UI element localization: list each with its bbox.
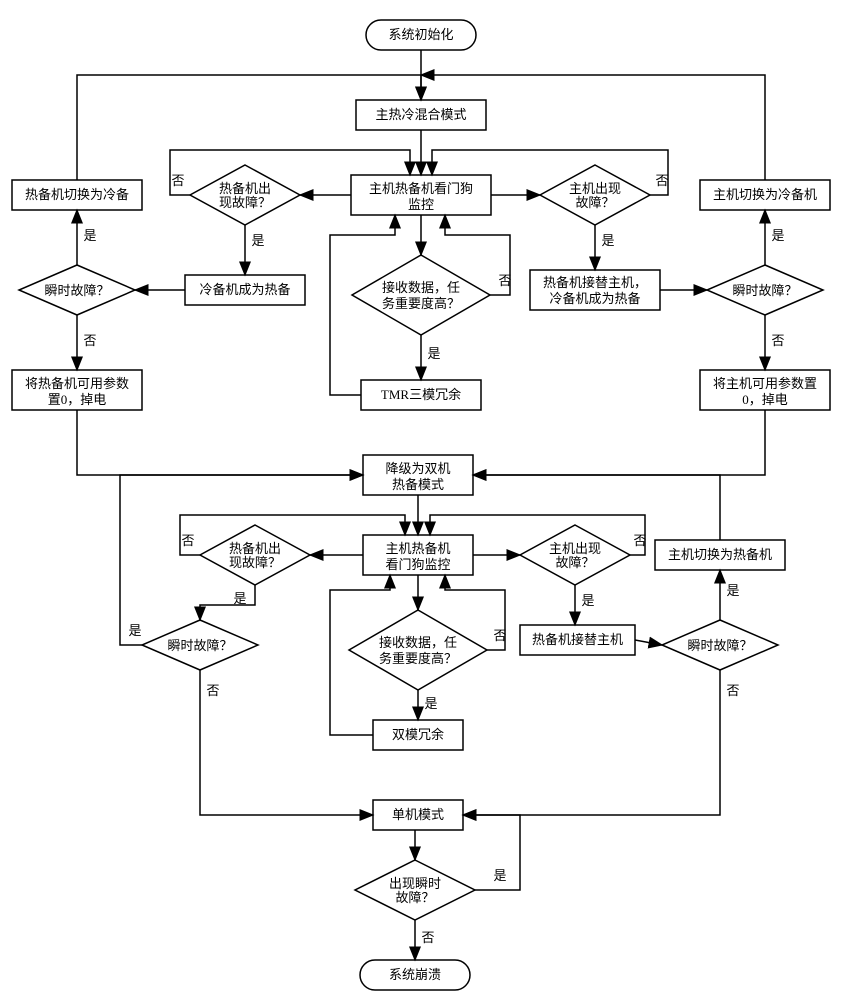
- start-node: 系统初始化: [366, 20, 476, 50]
- trans1R-diamond: 瞬时故障？: [707, 265, 823, 315]
- svg-text:热备模式: 热备模式: [392, 477, 444, 492]
- svg-text:是: 是: [601, 233, 614, 248]
- downgrade-dual-box: 降级为双机 热备模式: [363, 455, 473, 495]
- svg-text:是: 是: [771, 228, 784, 243]
- svg-text:将主机可用参数置: 将主机可用参数置: [713, 376, 817, 391]
- trans3-diamond: 出现瞬时 故障？: [355, 860, 475, 920]
- hot-to-cold-box: 热备机切换为冷备: [12, 180, 142, 210]
- svg-text:主机出现: 主机出现: [569, 181, 621, 196]
- edge-ht2-t2r: [635, 640, 662, 645]
- trans1L-diamond: 瞬时故障？: [19, 265, 135, 315]
- svg-text:冷备机成为热备: 冷备机成为热备: [199, 282, 290, 297]
- host-to-cold-box: 主机切换为冷备机: [700, 180, 830, 210]
- svg-text:是: 是: [726, 583, 739, 598]
- cold-to-hot-box: 冷备机成为热备: [185, 275, 305, 305]
- label-yes: 是: [251, 233, 264, 248]
- host-fail2-diamond: 主机出现 故障？: [520, 525, 630, 585]
- svg-text:系统崩溃: 系统崩溃: [389, 967, 441, 982]
- svg-text:主机热备机看门狗: 主机热备机看门狗: [369, 181, 473, 196]
- edge-hou-dg: [473, 410, 765, 475]
- svg-text:0，掉电: 0，掉电: [742, 392, 788, 407]
- svg-text:否: 否: [421, 930, 434, 945]
- hot-take-host2-box: 热备机接替主机: [520, 625, 635, 655]
- svg-text:热备机出: 热备机出: [219, 181, 271, 196]
- svg-text:接收数据，任: 接收数据，任: [382, 280, 460, 295]
- hot-unavail-box: 将热备机可用参数 置0，掉电: [12, 370, 142, 410]
- svg-text:故障？: 故障？: [395, 890, 434, 905]
- svg-text:是: 是: [427, 346, 440, 361]
- hot-fail2-diamond: 热备机出 现故障？: [200, 525, 310, 585]
- single-box: 单机模式: [373, 800, 463, 830]
- host-to-hot-box: 主机切换为热备机: [655, 540, 785, 570]
- svg-text:是: 是: [581, 593, 594, 608]
- edge-hu-dg: [77, 410, 363, 475]
- recv2-diamond: 接收数据，任 务重要度高？: [349, 610, 487, 690]
- svg-text:冷备机成为热备: 冷备机成为热备: [549, 291, 640, 306]
- edge-hf2-t2l: [200, 585, 255, 620]
- svg-text:主机热备机: 主机热备机: [385, 541, 450, 556]
- host-fail1-diamond: 主机出现 故障？: [540, 165, 650, 225]
- hot-take-host-cold-hot-box: 热备机接替主机， 冷备机成为热备: [530, 270, 660, 310]
- watchdog2-box: 主机热备机 看门狗监控: [363, 535, 473, 575]
- svg-text:瞬时故障？: 瞬时故障？: [687, 638, 752, 653]
- host-unavail-box: 将主机可用参数置 0，掉电: [700, 370, 830, 410]
- svg-text:否: 否: [655, 173, 668, 188]
- label-no: 否: [171, 173, 184, 188]
- svg-text:否: 否: [633, 533, 646, 548]
- svg-text:热备机出: 热备机出: [229, 541, 281, 556]
- svg-text:是: 是: [493, 868, 506, 883]
- svg-text:故障？: 故障？: [575, 195, 614, 210]
- svg-text:TMR三模冗余: TMR三模冗余: [381, 387, 461, 402]
- svg-text:务重要度高？: 务重要度高？: [379, 651, 457, 666]
- svg-text:主机切换为冷备机: 主机切换为冷备机: [713, 187, 817, 202]
- svg-text:主机出现: 主机出现: [549, 541, 601, 556]
- svg-text:热备机接替主机: 热备机接替主机: [532, 632, 623, 647]
- svg-text:否: 否: [771, 333, 784, 348]
- edge-t2r-s: [463, 670, 720, 815]
- svg-text:瞬时故障？: 瞬时故障？: [732, 283, 797, 298]
- svg-text:务重要度高？: 务重要度高？: [382, 296, 460, 311]
- svg-text:否: 否: [83, 333, 96, 348]
- dual-redund-box: 双模冗余: [373, 720, 463, 750]
- svg-text:是: 是: [424, 696, 437, 711]
- svg-text:单机模式: 单机模式: [392, 807, 444, 822]
- edge-t2l-s: [200, 670, 373, 815]
- svg-text:否: 否: [726, 683, 739, 698]
- svg-text:主热冷混合模式: 主热冷混合模式: [375, 107, 466, 122]
- svg-text:否: 否: [498, 273, 511, 288]
- svg-text:瞬时故障？: 瞬时故障？: [44, 283, 109, 298]
- svg-text:否: 否: [493, 628, 506, 643]
- svg-text:系统初始化: 系统初始化: [388, 27, 453, 42]
- svg-text:置0，掉电: 置0，掉电: [48, 392, 107, 407]
- crash-node: 系统崩溃: [360, 960, 470, 990]
- watchdog1-box: 主机热备机看门狗 监控: [351, 175, 491, 215]
- edge-t3-s: [463, 815, 520, 890]
- tmr-box: TMR三模冗余: [361, 380, 481, 410]
- trans2L-diamond: 瞬时故障？: [142, 620, 258, 670]
- svg-text:是: 是: [83, 228, 96, 243]
- svg-text:双模冗余: 双模冗余: [392, 727, 444, 742]
- svg-text:是: 是: [233, 591, 246, 606]
- svg-text:出现瞬时: 出现瞬时: [389, 876, 441, 891]
- svg-text:监控: 监控: [408, 197, 434, 212]
- svg-text:热备机切换为冷备: 热备机切换为冷备: [25, 187, 129, 202]
- trans2R-diamond: 瞬时故障？: [662, 620, 778, 670]
- svg-text:主机切换为热备机: 主机切换为热备机: [668, 547, 772, 562]
- svg-text:热备机接替主机，: 热备机接替主机，: [543, 275, 647, 290]
- svg-text:故障？: 故障？: [555, 555, 594, 570]
- hotcold-mode-box: 主热冷混合模式: [356, 100, 486, 130]
- svg-text:瞬时故障？: 瞬时故障？: [167, 638, 232, 653]
- svg-text:是: 是: [128, 623, 141, 638]
- svg-text:现故障？: 现故障？: [219, 195, 271, 210]
- recv1-diamond: 接收数据，任 务重要度高？: [352, 255, 490, 335]
- svg-text:否: 否: [206, 683, 219, 698]
- hot-fail1-diamond: 热备机出 现故障？: [190, 165, 300, 225]
- svg-text:将热备机可用参数: 将热备机可用参数: [25, 376, 129, 391]
- svg-text:否: 否: [181, 533, 194, 548]
- svg-text:接收数据，任: 接收数据，任: [379, 635, 457, 650]
- svg-text:看门狗监控: 看门狗监控: [385, 557, 450, 572]
- svg-text:降级为双机: 降级为双机: [385, 461, 450, 476]
- svg-text:现故障？: 现故障？: [229, 555, 281, 570]
- edge-hoh-dg: [473, 475, 720, 540]
